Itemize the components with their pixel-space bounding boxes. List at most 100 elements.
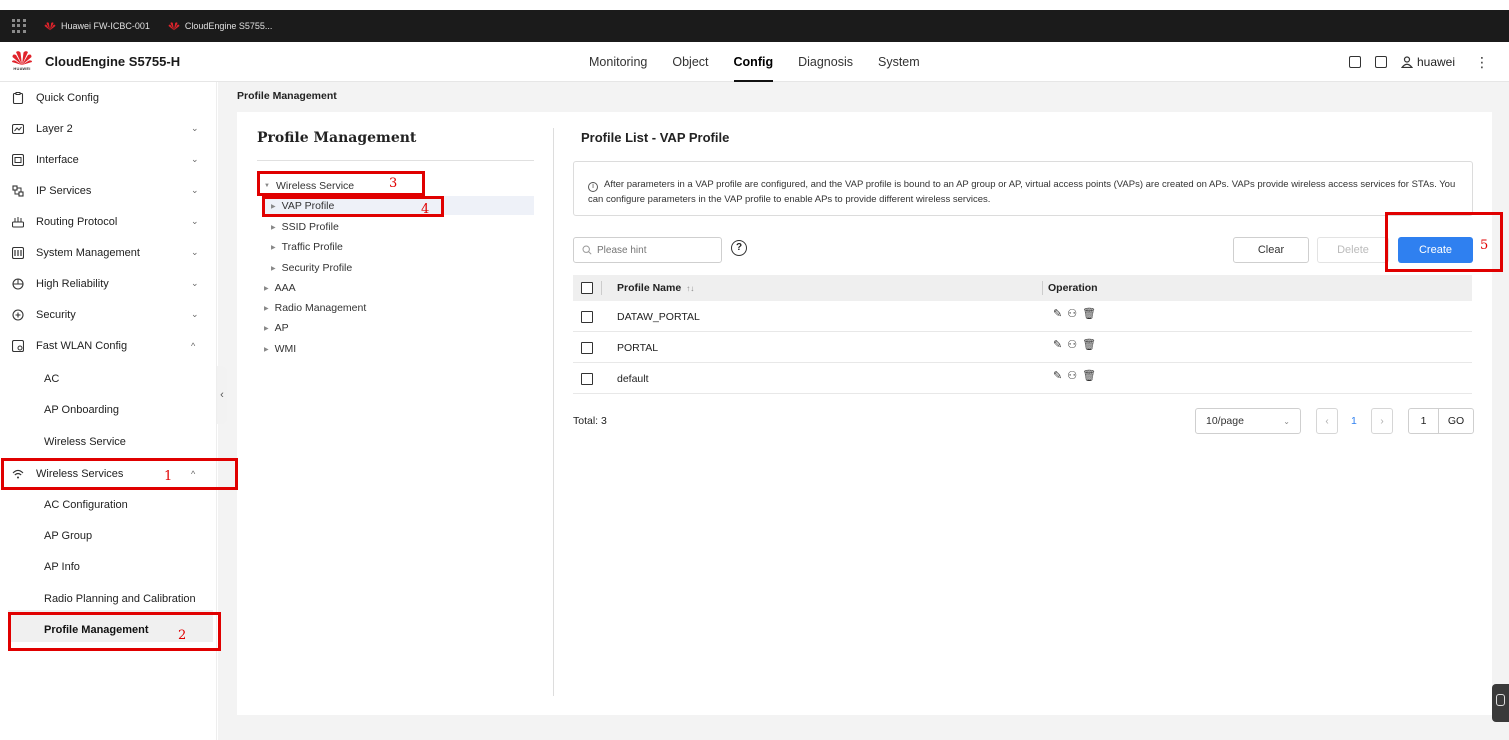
tree-item-security-profile[interactable]: ▶ Security Profile <box>271 262 352 274</box>
sort-icon[interactable]: ↑↓ <box>686 284 694 293</box>
caret-right-icon: ▶ <box>264 305 269 312</box>
profile-name: DATAW_PORTAL <box>617 311 700 323</box>
nav-system[interactable]: System <box>878 42 920 82</box>
sidebar-item-routing-protocol[interactable]: Routing Protocol ⌄ <box>0 206 217 237</box>
chevron-down-icon: ⌄ <box>191 216 199 226</box>
sidebar-subitem-ap-group[interactable]: AP Group <box>44 521 92 552</box>
tree-item-label: AP <box>274 322 289 334</box>
column-separator <box>601 281 602 295</box>
edit-icon[interactable]: ✎ <box>1053 369 1062 382</box>
tree-item-label: Security Profile <box>281 262 353 274</box>
delete-icon[interactable]: 🗑 <box>1082 369 1096 382</box>
save-icon[interactable] <box>1374 56 1387 68</box>
clear-button[interactable]: Clear <box>1233 237 1309 263</box>
more-menu-icon[interactable]: ⋮ <box>1475 54 1489 71</box>
network-icon <box>12 184 24 197</box>
sidebar-item-high-reliability[interactable]: High Reliability ⌄ <box>0 268 217 299</box>
sidebar-item-ip-services[interactable]: IP Services ⌄ <box>0 175 217 206</box>
annotation-box-2 <box>8 612 221 651</box>
product-name: CloudEngine S5755-H <box>45 54 181 69</box>
security-icon <box>12 308 24 321</box>
delete-icon[interactable]: 🗑 <box>1082 338 1096 351</box>
goto-page-input[interactable]: 1 <box>1409 409 1439 433</box>
nav-object[interactable]: Object <box>672 42 708 82</box>
current-page[interactable]: 1 <box>1351 415 1357 427</box>
caret-right-icon: ▶ <box>271 244 276 251</box>
table-row: PORTAL ✎ ⚇ 🗑 <box>573 332 1472 363</box>
go-button[interactable]: GO <box>1439 415 1473 427</box>
bind-icon[interactable]: ⚇ <box>1067 307 1077 320</box>
tree-item-aaa[interactable]: ▶ AAA <box>264 282 296 294</box>
sidebar-item-label: IP Services <box>36 184 92 197</box>
tree-item-ap[interactable]: ▶ AP <box>264 322 289 334</box>
column-header-profile-name[interactable]: Profile Name ↑↓ <box>617 282 694 294</box>
row-operations: ✎ ⚇ 🗑 <box>1053 307 1096 320</box>
terminal-icon[interactable] <box>1348 56 1361 68</box>
sidebar-subitem-ac-configuration[interactable]: AC Configuration <box>44 490 128 521</box>
browser-tab-bar: Huawei FW-ICBC-001 CloudEngine S5755... <box>0 10 1509 42</box>
tree-item-ssid-profile[interactable]: ▶ SSID Profile <box>271 221 339 233</box>
clipboard-icon <box>12 91 24 104</box>
caret-right-icon: ▶ <box>264 346 269 353</box>
tree-item-radio-management[interactable]: ▶ Radio Management <box>264 302 366 314</box>
sidebar-item-interface[interactable]: Interface ⌄ <box>0 144 217 175</box>
sidebar-item-security[interactable]: Security ⌄ <box>0 299 217 330</box>
sidebar-collapse-handle[interactable]: ‹ <box>217 366 227 424</box>
page-size-value: 10/page <box>1206 415 1244 427</box>
user-menu[interactable]: huawei <box>1400 55 1455 69</box>
apps-grid-icon[interactable] <box>12 19 26 33</box>
huawei-logo-icon <box>168 22 180 31</box>
chevron-down-icon: ⌄ <box>1283 416 1290 426</box>
prev-page-button[interactable]: ‹ <box>1316 408 1338 434</box>
row-checkbox[interactable] <box>581 342 593 354</box>
tree-item-label: Radio Management <box>274 302 367 314</box>
table-row: default ✎ ⚇ 🗑 <box>573 363 1472 394</box>
sidebar-subitem-wireless-service[interactable]: Wireless Service <box>44 427 126 458</box>
edit-icon[interactable]: ✎ <box>1053 338 1062 351</box>
sidebar-subitem-radio-planning[interactable]: Radio Planning and Calibration <box>44 584 196 615</box>
chevron-up-icon: ^ <box>191 340 196 351</box>
username: huawei <box>1416 55 1455 69</box>
select-all-checkbox[interactable] <box>581 282 593 294</box>
floating-assistant-tab[interactable] <box>1492 684 1509 722</box>
tree-item-traffic-profile[interactable]: ▶ Traffic Profile <box>271 241 343 253</box>
goto-page: 1 GO <box>1408 408 1474 434</box>
page-size-select[interactable]: 10/page ⌄ <box>1195 408 1301 434</box>
sidebar-item-quick-config[interactable]: Quick Config <box>0 82 217 113</box>
chevron-down-icon: ⌄ <box>191 185 199 195</box>
sidebar-item-label: Routing Protocol <box>36 215 118 228</box>
bind-icon[interactable]: ⚇ <box>1067 338 1077 351</box>
annotation-box-3 <box>257 171 425 196</box>
router-icon <box>12 216 24 228</box>
row-checkbox[interactable] <box>581 373 593 385</box>
delete-icon[interactable]: 🗑 <box>1082 307 1096 320</box>
next-page-button[interactable]: › <box>1371 408 1393 434</box>
table-row: DATAW_PORTAL ✎ ⚇ 🗑 <box>573 301 1472 332</box>
nav-config[interactable]: Config <box>733 42 773 82</box>
delete-button[interactable]: Delete <box>1317 237 1389 263</box>
sidebar-item-fast-wlan-config[interactable]: Fast WLAN Config ^ <box>0 330 217 361</box>
search-input[interactable] <box>597 244 717 256</box>
browser-tab-firewall[interactable]: Huawei FW-ICBC-001 <box>44 21 150 31</box>
sidebar-subitem-ap-info[interactable]: AP Info <box>44 552 80 583</box>
nav-monitoring[interactable]: Monitoring <box>589 42 647 82</box>
tree-item-label: Traffic Profile <box>281 241 343 253</box>
search-box[interactable] <box>573 237 722 263</box>
row-operations: ✎ ⚇ 🗑 <box>1053 369 1096 382</box>
row-checkbox[interactable] <box>581 311 593 323</box>
browser-tab-label: CloudEngine S5755... <box>184 21 273 31</box>
browser-tab-cloudengine[interactable]: CloudEngine S5755... <box>168 21 273 31</box>
bind-icon[interactable]: ⚇ <box>1067 369 1077 382</box>
edit-icon[interactable]: ✎ <box>1053 307 1062 320</box>
caret-right-icon: ▶ <box>271 265 276 272</box>
column-header-label: Profile Name <box>617 282 682 294</box>
sidebar-subitem-ac[interactable]: AC <box>44 364 59 395</box>
sidebar-item-system-management[interactable]: System Management ⌄ <box>0 237 217 268</box>
tree-item-wmi[interactable]: ▶ WMI <box>264 343 296 355</box>
search-icon <box>582 245 592 255</box>
chevron-down-icon: ⌄ <box>191 309 199 319</box>
sidebar-subitem-ap-onboarding[interactable]: AP Onboarding <box>44 395 119 426</box>
help-icon[interactable]: ? <box>731 240 747 256</box>
sidebar-item-layer2[interactable]: Layer 2 ⌄ <box>0 113 217 144</box>
nav-diagnosis[interactable]: Diagnosis <box>798 42 853 82</box>
